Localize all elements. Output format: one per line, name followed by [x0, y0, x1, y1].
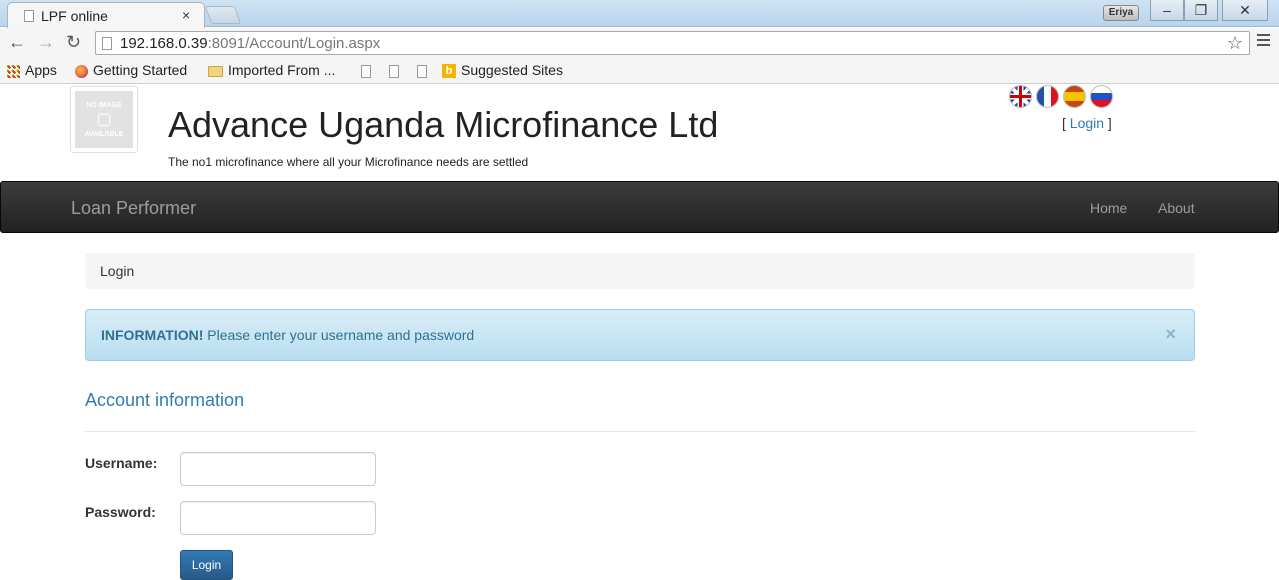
page-icon — [102, 37, 112, 50]
divider — [85, 431, 1195, 432]
breadcrumb: Login — [85, 253, 1195, 289]
site-subtitle: The no1 microfinance where all your Micr… — [168, 155, 529, 169]
apps-icon — [7, 64, 20, 78]
page-icon — [389, 64, 399, 78]
header-login-link[interactable]: Login — [1070, 115, 1104, 131]
bookmarks-bar: Apps Getting Started Imported From ... b… — [0, 58, 1279, 84]
info-alert: INFORMATION! Please enter your username … — [85, 309, 1195, 361]
forward-icon[interactable]: → — [37, 32, 55, 52]
password-label: Password: — [85, 504, 156, 520]
tab-title: LPF online — [41, 8, 108, 24]
france-flag-icon[interactable] — [1036, 85, 1059, 108]
russia-flag-icon[interactable] — [1090, 85, 1113, 108]
site-title: Advance Uganda Microfinance Ltd — [168, 104, 719, 145]
restore-icon[interactable]: ❐ — [1184, 0, 1218, 21]
navbar-brand[interactable]: Loan Performer — [71, 198, 196, 219]
folder-icon — [208, 65, 223, 77]
chrome-menu-icon[interactable] — [1257, 34, 1270, 49]
bookmark-imported[interactable]: Imported From ... — [208, 62, 335, 78]
bookmark-page-1[interactable] — [361, 62, 376, 78]
site-logo: NO IMAGE ▢ AVAILABLE — [70, 86, 138, 153]
bookmark-suggested-sites[interactable]: b Suggested Sites — [442, 62, 563, 79]
alert-strong: INFORMATION! — [101, 327, 204, 343]
login-button[interactable]: Login — [180, 550, 233, 580]
bookmark-page-3[interactable] — [417, 62, 432, 78]
section-title: Account information — [85, 390, 245, 410]
username-input[interactable] — [180, 452, 376, 486]
header-login: [ Login ] — [1062, 115, 1112, 131]
bookmark-apps[interactable]: Apps — [7, 62, 57, 78]
profile-button[interactable]: Eriya — [1103, 5, 1139, 21]
tab-close-icon[interactable]: × — [182, 7, 190, 23]
browser-tab[interactable]: LPF online × — [7, 2, 205, 28]
bookmark-page-2[interactable] — [389, 62, 404, 78]
nav-home[interactable]: Home — [1090, 200, 1127, 216]
page-icon — [24, 10, 34, 22]
page-icon — [417, 64, 427, 78]
uk-flag-icon[interactable] — [1009, 85, 1032, 108]
address-bar[interactable]: 192.168.0.39:8091/Account/Login.aspx ☆ — [95, 31, 1250, 55]
url-text: 192.168.0.39:8091/Account/Login.aspx — [120, 35, 381, 52]
nav-about[interactable]: About — [1158, 200, 1195, 216]
main-navbar: Loan Performer Home About — [0, 181, 1279, 233]
new-tab-button[interactable] — [204, 6, 242, 24]
page-icon — [361, 64, 371, 78]
spain-flag-icon[interactable] — [1063, 85, 1086, 108]
window-close-icon[interactable]: ✕ — [1222, 0, 1268, 21]
bookmark-star-icon[interactable]: ☆ — [1227, 33, 1243, 54]
reload-icon[interactable]: ↻ — [66, 32, 81, 52]
firefox-icon — [75, 64, 88, 78]
minimize-icon[interactable]: – — [1150, 0, 1184, 21]
password-input[interactable] — [180, 501, 376, 535]
bookmark-getting-started[interactable]: Getting Started — [75, 62, 187, 78]
alert-text: Please enter your username and password — [203, 327, 475, 343]
alert-close-icon[interactable]: × — [1165, 324, 1176, 345]
browser-titlebar: LPF online × Eriya – ❐ ✕ — [0, 0, 1279, 28]
back-icon[interactable]: ← — [8, 32, 26, 52]
username-label: Username: — [85, 455, 158, 471]
no-image-placeholder: NO IMAGE ▢ AVAILABLE — [75, 91, 133, 148]
bing-icon: b — [442, 64, 456, 79]
